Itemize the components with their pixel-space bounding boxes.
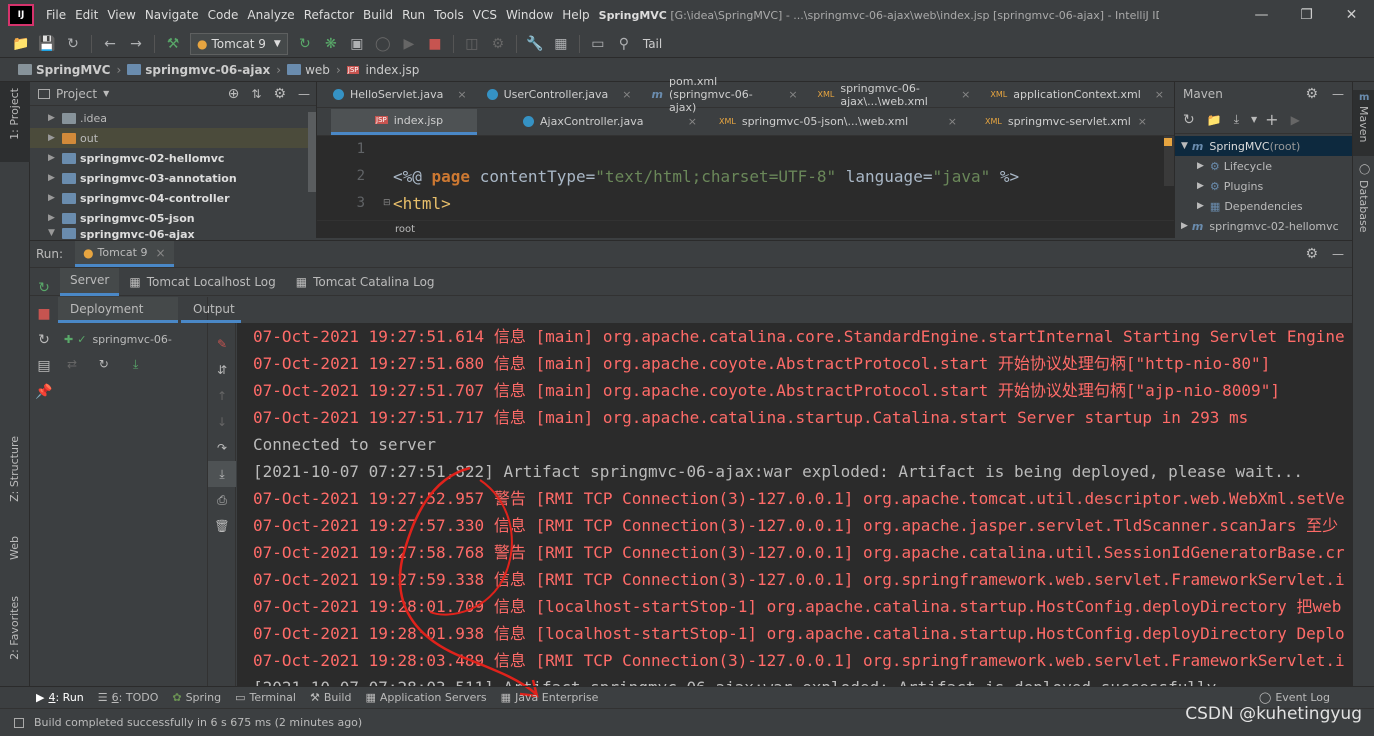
tab-run-label: : Run [55,691,84,704]
todo-icon: ☰ [97,691,108,704]
tab-label: Event Log [1275,691,1330,704]
status-toggle-icon[interactable] [14,717,24,728]
status-bar: Build completed successfully in 6 s 675 … [0,708,1374,736]
bottom-tool-tabs: ▶ 4: Run ☰ 6: TODO ✿ Spring ▭ Terminal ⚒ Buil… [0,686,1374,708]
tab-label: Java Enterprise [515,691,599,704]
annotation-arrow [398,466,539,698]
tab-run-num: 4 [48,691,56,704]
watermark: CSDN @kuhetingyug [1185,704,1362,724]
tab-label: Spring [185,691,222,704]
terminal-icon: ▭ [235,691,246,704]
tab-label: Build [323,691,352,704]
annotation-loop [429,479,513,616]
event-log-icon: ◯ [1259,691,1272,704]
tab-build[interactable]: ⚒ Build [310,691,352,704]
tab-application-servers[interactable]: ▦ Application Servers [365,691,486,704]
tab-label: Terminal [249,691,296,704]
tab-todo-label: : TODO [118,691,159,704]
annotation-stroke [398,466,537,695]
status-message[interactable]: Build completed successfully in 6 s 675 … [34,716,362,729]
build-hammer-icon: ⚒ [309,691,320,704]
tab-event-log[interactable]: ◯ Event Log [1259,691,1330,704]
java-enterprise-icon: ▦ [500,691,512,704]
tab-todo[interactable]: ☰ 6: TODO [98,691,159,704]
tab-spring[interactable]: ✿ Spring [172,691,221,704]
run-icon: ▶ [36,691,45,704]
tab-label: Application Servers [379,691,487,704]
tab-terminal[interactable]: ▭ Terminal [235,691,296,704]
tab-java-enterprise[interactable]: ▦ Java Enterprise [501,691,599,704]
tab-todo-num: 6 [111,691,119,704]
server-icon: ▦ [365,691,376,704]
spring-leaf-icon: ✿ [172,691,182,704]
tab-run[interactable]: ▶ 4: Run [36,691,84,704]
